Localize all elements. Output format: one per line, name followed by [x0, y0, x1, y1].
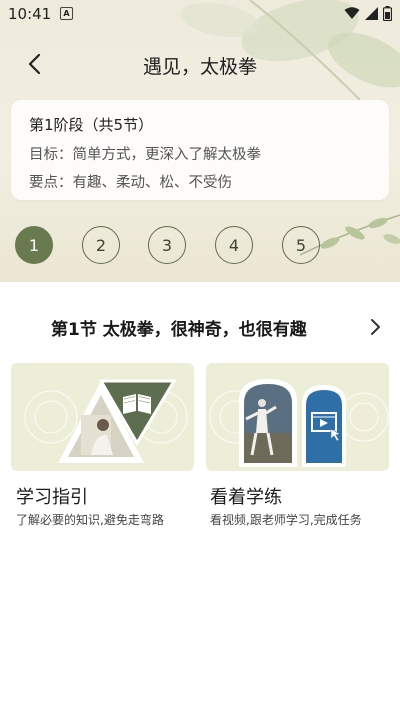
lesson-steps: 1 2 3 4 5	[0, 226, 400, 268]
watch-practice-card[interactable]	[206, 363, 389, 471]
stage-key-points: 要点：有趣、柔动、松、不受伤	[29, 175, 232, 191]
signal-icon	[365, 7, 378, 20]
learning-guide-illustration	[24, 379, 188, 463]
wifi-icon	[344, 7, 360, 19]
stage-info-card: 第1阶段（共5节） 目标：简单方式，更深入了解太极拳 要点：有趣、柔动、松、不受…	[11, 100, 389, 200]
step-5-button[interactable]: 5	[282, 226, 320, 264]
learning-guide-title[interactable]: 学习指引	[16, 483, 88, 509]
section-header[interactable]: 第1节 太极拳，很神奇，也很有趣	[0, 312, 400, 342]
stage-label: 第1阶段（共5节）	[29, 116, 154, 134]
learning-guide-card[interactable]	[11, 363, 194, 471]
battery-icon	[383, 6, 392, 21]
step-1-button[interactable]: 1	[15, 226, 53, 264]
watch-practice-illustration	[209, 379, 389, 467]
section-title: 第1节 太极拳，很神奇，也很有趣	[51, 320, 307, 340]
stage-goal: 目标：简单方式，更深入了解太极拳	[29, 147, 261, 163]
status-bar: 10:41 A	[0, 0, 400, 28]
watch-practice-desc: 看视频,跟老师学习,完成任务	[210, 513, 362, 527]
step-3-button[interactable]: 3	[148, 226, 186, 264]
notification-icon: A	[60, 7, 73, 20]
chevron-right-icon	[371, 319, 380, 335]
step-4-button[interactable]: 4	[215, 226, 253, 264]
status-time: 10:41	[8, 5, 52, 23]
page-title: 遇见，太极拳	[142, 56, 257, 78]
learning-guide-desc: 了解必要的知识,避免走弯路	[16, 513, 164, 527]
step-2-button[interactable]: 2	[82, 226, 120, 264]
watch-practice-title[interactable]: 看着学练	[210, 483, 282, 509]
status-icons	[344, 6, 392, 21]
